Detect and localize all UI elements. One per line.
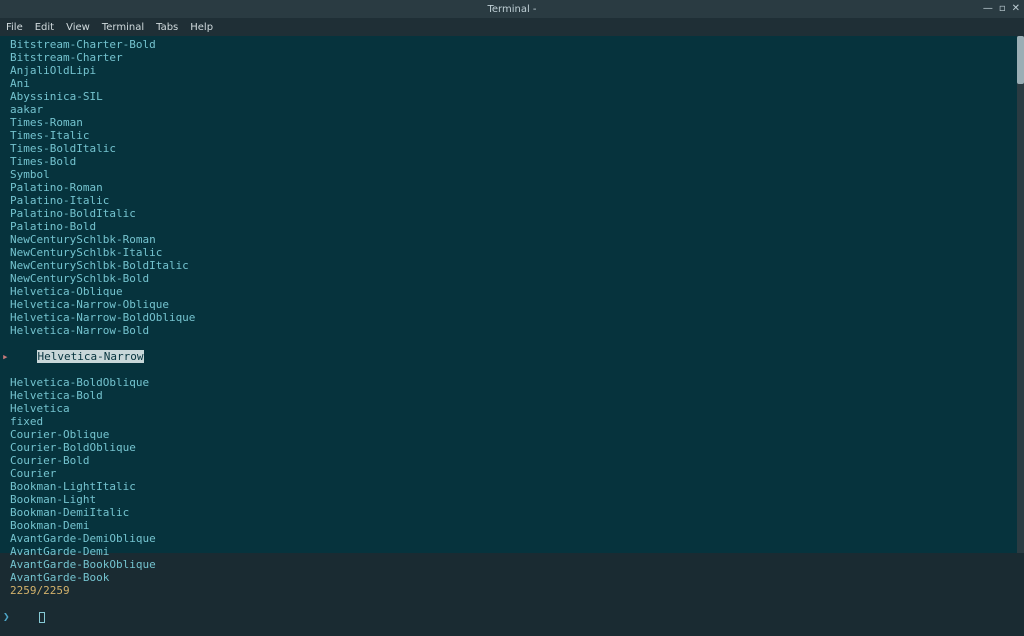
list-item[interactable]: aakar (10, 103, 1024, 116)
list-item[interactable]: Helvetica-Narrow-Bold (10, 324, 1024, 337)
list-item[interactable]: Helvetica-Narrow-Oblique (10, 298, 1024, 311)
list-item[interactable]: Helvetica-Oblique (10, 285, 1024, 298)
list-item[interactable]: NewCenturySchlbk-Italic (10, 246, 1024, 259)
menu-help[interactable]: Help (190, 22, 213, 33)
list-item[interactable]: Times-BoldItalic (10, 142, 1024, 155)
menu-tabs[interactable]: Tabs (156, 22, 178, 33)
list-item[interactable]: Times-Roman (10, 116, 1024, 129)
list-item[interactable]: AvantGarde-DemiOblique (10, 532, 1024, 545)
list-item[interactable]: NewCenturySchlbk-Roman (10, 233, 1024, 246)
list-item[interactable]: Bookman-DemiItalic (10, 506, 1024, 519)
list-item[interactable]: NewCenturySchlbk-BoldItalic (10, 259, 1024, 272)
list-item[interactable]: Courier-Oblique (10, 428, 1024, 441)
list-item[interactable]: NewCenturySchlbk-Bold (10, 272, 1024, 285)
list-item[interactable]: Bookman-Light (10, 493, 1024, 506)
scrollbar-track[interactable] (1017, 36, 1024, 553)
list-item[interactable]: fixed (10, 415, 1024, 428)
list-item[interactable]: Palatino-Italic (10, 194, 1024, 207)
maximize-icon[interactable]: ▫ (999, 4, 1006, 14)
menu-terminal[interactable]: Terminal (102, 22, 144, 33)
terminal-viewport[interactable]: Bitstream-Charter-BoldBitstream-CharterA… (0, 36, 1024, 553)
window-controls: — ▫ ✕ (983, 4, 1020, 14)
list-item[interactable]: Palatino-Bold (10, 220, 1024, 233)
list-item-selected[interactable]: ▸Helvetica-Narrow (10, 337, 1024, 376)
list-item[interactable]: Bookman-Demi (10, 519, 1024, 532)
list-item[interactable]: AnjaliOldLipi (10, 64, 1024, 77)
scrollbar-thumb[interactable] (1017, 36, 1024, 84)
list-item[interactable]: Helvetica (10, 402, 1024, 415)
list-item[interactable]: Times-Italic (10, 129, 1024, 142)
selected-text: Helvetica-Narrow (37, 350, 145, 363)
list-item[interactable]: Ani (10, 77, 1024, 90)
list-item[interactable]: AvantGarde-Demi (10, 545, 1024, 558)
list-item[interactable]: Helvetica-Bold (10, 389, 1024, 402)
window-title: Terminal - (487, 4, 536, 15)
list-item[interactable]: Bookman-LightItalic (10, 480, 1024, 493)
selection-marker-icon: ▸ (2, 350, 9, 363)
prompt-icon: ❯ (3, 610, 10, 623)
list-item[interactable]: Palatino-BoldItalic (10, 207, 1024, 220)
list-item[interactable]: Symbol (10, 168, 1024, 181)
menu-edit[interactable]: Edit (35, 22, 54, 33)
list-item[interactable]: Courier-Bold (10, 454, 1024, 467)
menu-view[interactable]: View (66, 22, 90, 33)
cursor-icon (39, 612, 45, 623)
list-item[interactable]: AvantGarde-BookOblique (10, 558, 1024, 571)
list-item[interactable]: Helvetica-BoldOblique (10, 376, 1024, 389)
match-counter: 2259/2259 (10, 584, 1024, 597)
list-item[interactable]: Helvetica-Narrow-BoldOblique (10, 311, 1024, 324)
list-item[interactable]: Courier (10, 467, 1024, 480)
list-item[interactable]: Bitstream-Charter (10, 51, 1024, 64)
list-item[interactable]: Bitstream-Charter-Bold (10, 38, 1024, 51)
list-item[interactable]: Courier-BoldOblique (10, 441, 1024, 454)
close-icon[interactable]: ✕ (1012, 4, 1020, 14)
prompt-line[interactable]: ❯ (10, 597, 1024, 636)
window-titlebar: Terminal - — ▫ ✕ (0, 0, 1024, 18)
menu-file[interactable]: File (6, 22, 23, 33)
list-item[interactable]: Abyssinica-SIL (10, 90, 1024, 103)
menu-bar: File Edit View Terminal Tabs Help (0, 18, 1024, 36)
list-item[interactable]: Palatino-Roman (10, 181, 1024, 194)
minimize-icon[interactable]: — (983, 4, 993, 14)
list-item[interactable]: Times-Bold (10, 155, 1024, 168)
list-item[interactable]: AvantGarde-Book (10, 571, 1024, 584)
